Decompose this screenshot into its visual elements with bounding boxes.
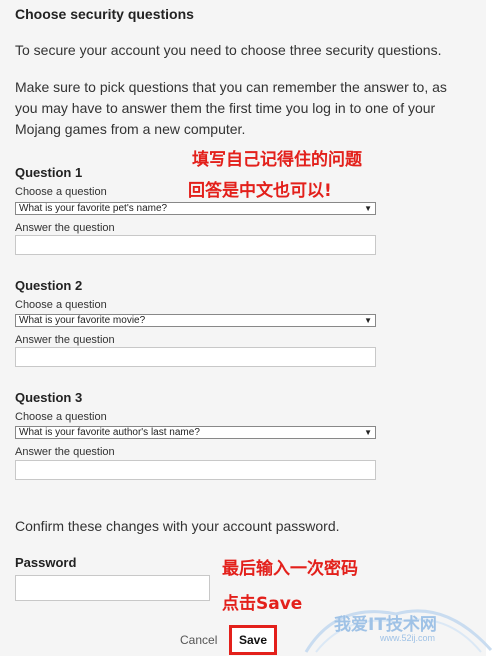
- question-3-answer-input[interactable]: [15, 460, 376, 480]
- question-1-answer-input[interactable]: [15, 235, 376, 255]
- password-input[interactable]: [15, 575, 210, 601]
- question-3-selected: What is your favorite author's last name…: [19, 427, 200, 438]
- question-1-select[interactable]: What is your favorite pet's name? ▼: [15, 202, 376, 215]
- question-2-title: Question 2: [15, 278, 83, 293]
- watermark-text: 我爱IT技术网: [334, 615, 437, 635]
- cancel-link[interactable]: Cancel: [180, 633, 217, 647]
- dropdown-arrow-icon: ▼: [364, 428, 372, 437]
- question-1-answer-label: Answer the question: [15, 222, 115, 234]
- confirm-text: Confirm these changes with your account …: [15, 518, 340, 534]
- security-questions-panel: Choose security questions To secure your…: [0, 0, 486, 656]
- dropdown-arrow-icon: ▼: [364, 204, 372, 213]
- watermark-url: www.52ij.com: [380, 633, 436, 643]
- annotation-click-save: 点击Save: [222, 594, 303, 614]
- annotation-fill-questions: 填写自己记得住的问题: [192, 150, 362, 170]
- question-3-select[interactable]: What is your favorite author's last name…: [15, 426, 376, 439]
- annotation-enter-password: 最后输入一次密码: [222, 559, 358, 579]
- page-title: Choose security questions: [15, 6, 194, 22]
- question-2-answer-label: Answer the question: [15, 334, 115, 346]
- question-3-title: Question 3: [15, 390, 83, 405]
- question-3-choose-label: Choose a question: [15, 411, 107, 423]
- question-2-answer-input[interactable]: [15, 347, 376, 367]
- question-1-choose-label: Choose a question: [15, 186, 107, 198]
- question-3-answer-label: Answer the question: [15, 446, 115, 458]
- question-1-title: Question 1: [15, 165, 83, 180]
- question-2-selected: What is your favorite movie?: [19, 315, 146, 326]
- question-2-select[interactable]: What is your favorite movie? ▼: [15, 314, 376, 327]
- question-1-selected: What is your favorite pet's name?: [19, 203, 168, 214]
- save-button[interactable]: Save: [229, 625, 277, 655]
- question-2-choose-label: Choose a question: [15, 299, 107, 311]
- note-text: Make sure to pick questions that you can…: [15, 79, 447, 137]
- annotation-chinese-ok: 回答是中文也可以!: [188, 181, 332, 201]
- dropdown-arrow-icon: ▼: [364, 316, 372, 325]
- password-label: Password: [15, 555, 77, 570]
- intro-text: To secure your account you need to choos…: [15, 42, 442, 58]
